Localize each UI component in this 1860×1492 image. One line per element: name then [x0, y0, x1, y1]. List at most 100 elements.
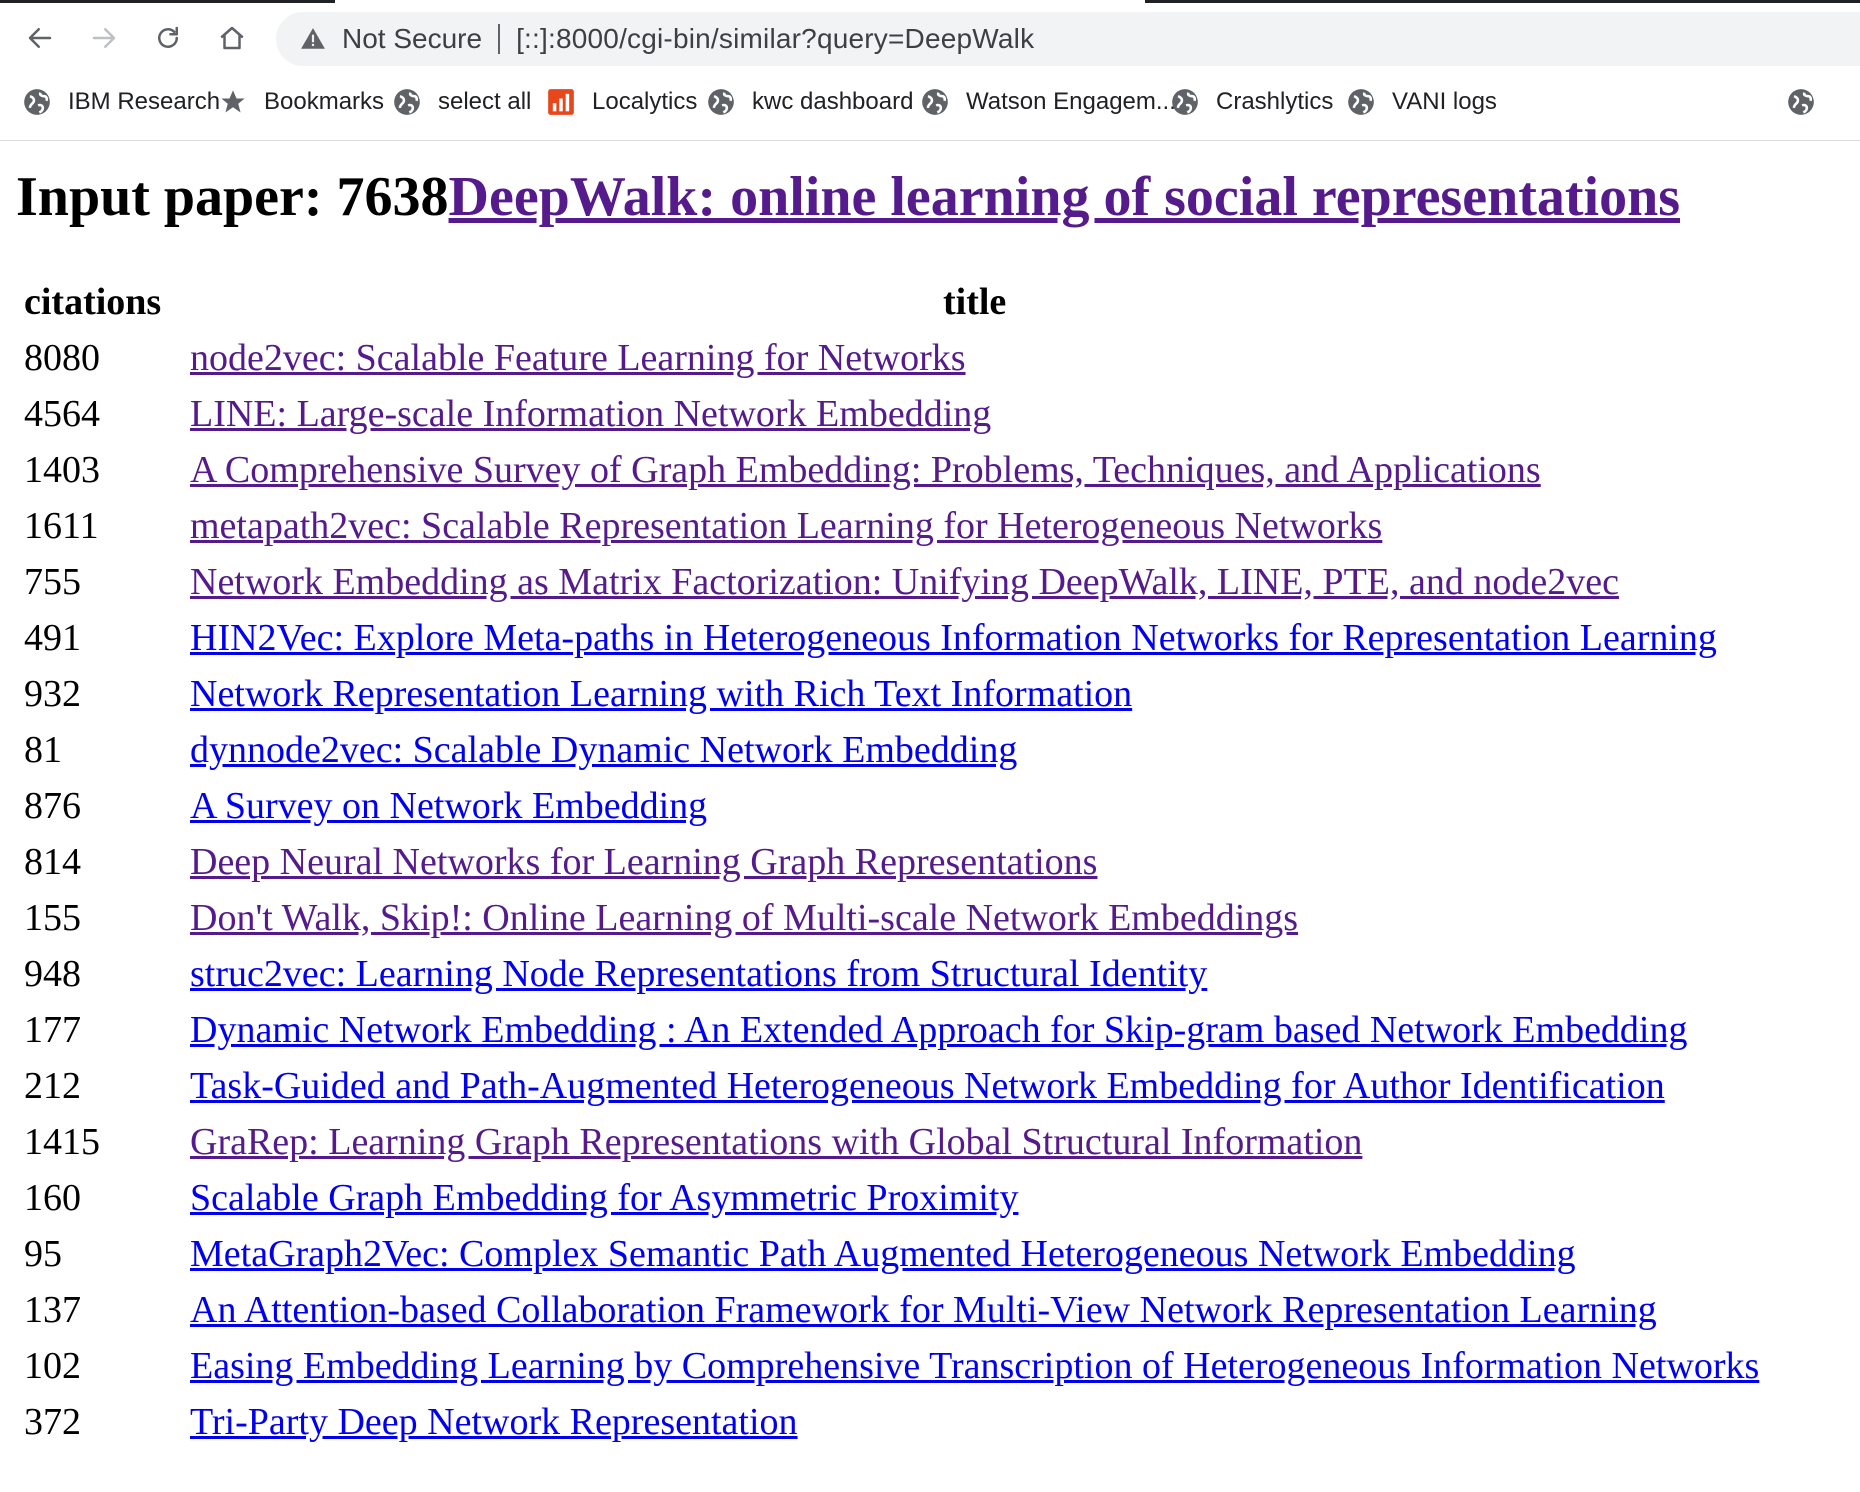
back-arrow-icon — [28, 28, 52, 48]
table-row: 137 An Attention-based Collaboration Fram… — [16, 1282, 1767, 1338]
paper-title-link[interactable]: Easing Embedding Learning by Comprehensi… — [190, 1345, 1759, 1387]
table-body: 8080 node2vec: Scalable Feature Learning … — [16, 330, 1767, 1450]
forward-arrow-icon — [92, 28, 116, 48]
paper-title-link[interactable]: A Survey on Network Embedding — [190, 785, 707, 827]
title-cell: LINE: Large-scale Information Network Em… — [182, 386, 1767, 442]
table-row: 95 MetaGraph2Vec: Complex Semantic Path A… — [16, 1226, 1767, 1282]
paper-title-link[interactable]: node2vec: Scalable Feature Learning for … — [190, 337, 966, 379]
table-row: 876 A Survey on Network Embedding — [16, 778, 1767, 834]
page-title: Input paper: 7638DeepWalk: online learni… — [16, 162, 1846, 232]
table-row: 491 HIN2Vec: Explore Meta-paths in Hetero… — [16, 610, 1767, 666]
bookmark-label: Localytics — [592, 88, 698, 115]
reload-icon — [158, 26, 178, 48]
table-row: 4564 LINE: Large-scale Information Networ… — [16, 386, 1767, 442]
paper-title-link[interactable]: dynnode2vec: Scalable Dynamic Network Em… — [190, 729, 1017, 771]
table-row: 102 Easing Embedding Learning by Comprehe… — [16, 1338, 1767, 1394]
paper-title-link[interactable]: Dynamic Network Embedding : An Extended … — [190, 1009, 1688, 1051]
paper-title-link[interactable]: Deep Neural Networks for Learning Graph … — [190, 841, 1097, 883]
title-cell: node2vec: Scalable Feature Learning for … — [182, 330, 1767, 386]
table-header-row: citations title — [16, 274, 1767, 330]
warning-triangle-icon[interactable] — [300, 26, 326, 52]
globe-icon — [392, 87, 422, 117]
paper-title-link[interactable]: GraRep: Learning Graph Representations w… — [190, 1121, 1362, 1163]
active-tab-edge — [0, 0, 335, 3]
table-row: 8080 node2vec: Scalable Feature Learning … — [16, 330, 1767, 386]
table-row: 932 Network Representation Learning with … — [16, 666, 1767, 722]
paper-title-link[interactable]: Network Embedding as Matrix Factorizatio… — [190, 561, 1619, 603]
home-button[interactable] — [210, 16, 254, 60]
citation-count: 1415 — [24, 1121, 100, 1163]
star-icon — [218, 87, 248, 117]
paper-title-link[interactable]: An Attention-based Collaboration Framewo… — [190, 1289, 1657, 1331]
title-cell: Scalable Graph Embedding for Asymmetric … — [182, 1170, 1767, 1226]
title-cell: An Attention-based Collaboration Framewo… — [182, 1282, 1767, 1338]
bookmark-bookmarks[interactable]: Bookmarks — [218, 80, 384, 124]
bar-chart-icon — [546, 87, 576, 117]
citation-count: 1611 — [24, 505, 99, 547]
title-cell: Deep Neural Networks for Learning Graph … — [182, 834, 1767, 890]
globe-icon — [22, 87, 52, 117]
globe-icon — [706, 87, 736, 117]
title-cell: Easing Embedding Learning by Comprehensi… — [182, 1338, 1767, 1394]
citation-count: 8080 — [24, 337, 100, 379]
security-status-label[interactable]: Not Secure — [342, 23, 482, 55]
inactive-tab-edge — [1145, 0, 1860, 3]
citation-count: 137 — [24, 1289, 81, 1331]
paper-title-link[interactable]: Task-Guided and Path-Augmented Heterogen… — [190, 1065, 1665, 1107]
table-row: 1611 metapath2vec: Scalable Representatio… — [16, 498, 1767, 554]
bookmark-select-all[interactable]: select all — [392, 80, 531, 124]
bookmark-kwc-dashboard[interactable]: kwc dashboard — [706, 80, 913, 124]
paper-title-link[interactable]: struc2vec: Learning Node Representations… — [190, 953, 1207, 995]
bookmark-ibm-research[interactable]: IBM Research — [22, 80, 220, 124]
citation-count: 876 — [24, 785, 81, 827]
omnibox-divider — [498, 24, 501, 54]
paper-title-link[interactable]: Don't Walk, Skip!: Online Learning of Mu… — [190, 897, 1298, 939]
bookmark-crashlytics[interactable]: Crashlytics — [1170, 80, 1333, 124]
input-paper-link[interactable]: DeepWalk: online learning of social repr… — [449, 166, 1680, 228]
citation-count: 932 — [24, 673, 81, 715]
similar-papers-table: citations title 8080 node2vec: Scalable F… — [16, 274, 1767, 1450]
title-column-header: title — [942, 281, 1007, 323]
title-cell: Network Embedding as Matrix Factorizatio… — [182, 554, 1767, 610]
paper-title-link[interactable]: HIN2Vec: Explore Meta-paths in Heterogen… — [190, 617, 1717, 659]
paper-title-link[interactable]: LINE: Large-scale Information Network Em… — [190, 393, 991, 435]
bookmark-label: IBM Research — [68, 88, 221, 115]
table-row: 1415 GraRep: Learning Graph Representatio… — [16, 1114, 1767, 1170]
citation-count: 948 — [24, 953, 81, 995]
citation-count: 102 — [24, 1345, 81, 1387]
bookmark-label: Watson Engagem... — [966, 88, 1176, 115]
url-text[interactable]: [::]:8000/cgi-bin/similar?query=DeepWalk — [516, 23, 1034, 55]
bookmark-localytics[interactable]: Localytics — [546, 80, 697, 124]
bookmark-vani-logs[interactable]: VANI logs — [1346, 80, 1497, 124]
forward-button[interactable] — [82, 16, 126, 60]
title-cell: struc2vec: Learning Node Representations… — [182, 946, 1767, 1002]
bookmark-watson-engagement[interactable]: Watson Engagem... — [920, 80, 1176, 124]
paper-title-link[interactable]: Scalable Graph Embedding for Asymmetric … — [190, 1177, 1018, 1219]
paper-title-link[interactable]: Tri-Party Deep Network Representation — [190, 1401, 798, 1443]
title-cell: A Comprehensive Survey of Graph Embeddin… — [182, 442, 1767, 498]
bookmark-overflow[interactable] — [1786, 80, 1832, 124]
title-cell: A Survey on Network Embedding — [182, 778, 1767, 834]
paper-title-link[interactable]: MetaGraph2Vec: Complex Semantic Path Aug… — [190, 1233, 1576, 1275]
back-button[interactable] — [18, 16, 62, 60]
title-cell: HIN2Vec: Explore Meta-paths in Heterogen… — [182, 610, 1767, 666]
paper-title-link[interactable]: Network Representation Learning with Ric… — [190, 673, 1132, 715]
globe-icon — [920, 87, 950, 117]
table-row: 372 Tri-Party Deep Network Representation — [16, 1394, 1767, 1450]
title-cell: metapath2vec: Scalable Representation Le… — [182, 498, 1767, 554]
paper-title-link[interactable]: A Comprehensive Survey of Graph Embeddin… — [190, 449, 1541, 491]
globe-icon — [1170, 87, 1200, 117]
citation-count: 491 — [24, 617, 81, 659]
address-bar[interactable]: Not Secure [::]:8000/cgi-bin/similar?que… — [276, 12, 1860, 66]
title-cell: Tri-Party Deep Network Representation — [182, 1394, 1767, 1450]
table-row: 160 Scalable Graph Embedding for Asymmetr… — [16, 1170, 1767, 1226]
tab-strip-edge — [0, 0, 1860, 4]
input-paper-label: Input paper: 7638 — [16, 166, 449, 228]
reload-button[interactable] — [146, 16, 190, 60]
paper-title-link[interactable]: metapath2vec: Scalable Representation Le… — [190, 505, 1382, 547]
title-cell: Dynamic Network Embedding : An Extended … — [182, 1002, 1767, 1058]
table-row: 948 struc2vec: Learning Node Representati… — [16, 946, 1767, 1002]
bookmark-label: kwc dashboard — [752, 88, 914, 115]
globe-icon — [1786, 87, 1816, 117]
citation-count: 95 — [24, 1233, 62, 1275]
